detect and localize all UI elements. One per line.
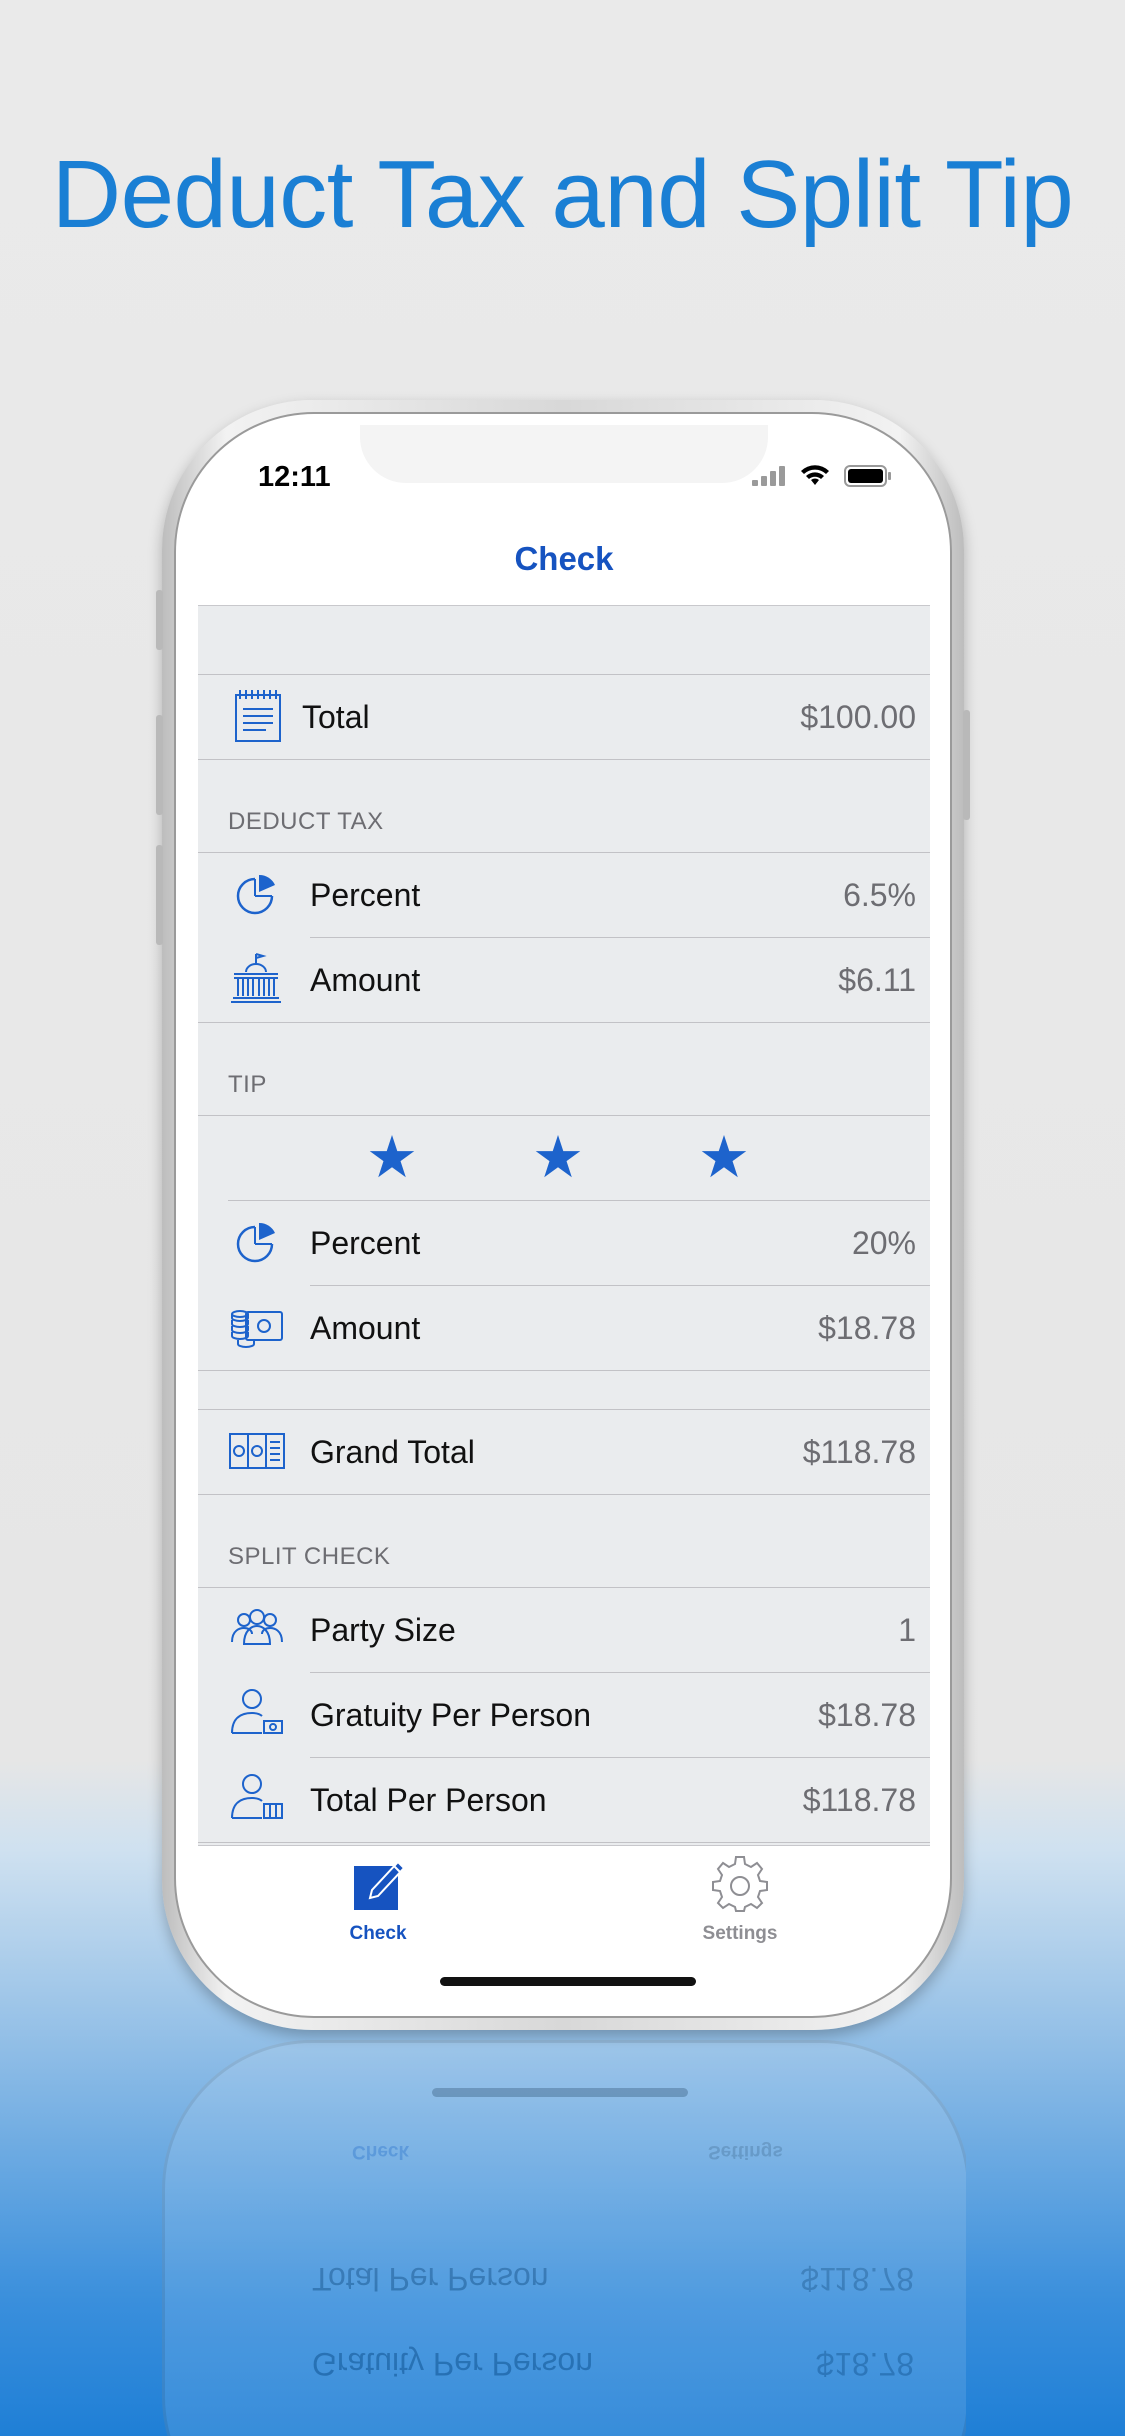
reflection-total-per-person-value: $118.78 (800, 2261, 914, 2297)
divider (198, 1022, 930, 1023)
total-row[interactable]: Total $100.00 (198, 675, 930, 759)
gratuity-per-person-row: Gratuity Per Person $18.78 (198, 1673, 930, 1757)
tax-percent-value[interactable]: 6.5% (843, 877, 916, 914)
reflection-gratuity-per-person-value: $18.78 (816, 2346, 914, 2382)
silent-switch (156, 590, 163, 650)
split-check-header: SPLIT CHECK (228, 1543, 391, 1570)
battery-icon (844, 465, 891, 487)
tax-percent-label: Percent (310, 877, 421, 913)
reflection-check-label: Check (352, 2141, 410, 2162)
gratuity-per-person-value: $18.78 (818, 1697, 916, 1733)
phone-screen: 12:11 Check Total $100.00 DEDUCT TAX Per… (198, 425, 930, 2005)
reflection-gratuity-per-person: Gratuity Per Person (312, 2346, 593, 2382)
power-button (963, 710, 970, 820)
tax-amount-label: Amount (310, 962, 421, 998)
home-indicator (440, 1977, 696, 1986)
party-size-row[interactable]: Party Size 1 (198, 1588, 930, 1672)
divider (198, 1370, 930, 1371)
total-per-person-row: Total Per Person $118.78 (198, 1758, 930, 1842)
reflection-settings-label: Settings (708, 2141, 783, 2162)
person-with-cash-icon (231, 1689, 283, 1734)
tab-check-label: Check (349, 1923, 407, 1944)
tip-percent-label: Percent (310, 1225, 421, 1261)
tip-percent-value[interactable]: 20% (852, 1225, 916, 1262)
group-icon (231, 1609, 283, 1645)
tax-amount-row[interactable]: Amount $6.11 (198, 938, 930, 1022)
status-icons (752, 465, 892, 487)
total-per-person-label: Total Per Person (310, 1782, 547, 1818)
pie-chart-icon (236, 874, 275, 915)
star-icon[interactable]: ★ (532, 1126, 584, 1190)
status-time: 12:11 (258, 461, 331, 493)
coins-and-cash-icon (231, 1310, 283, 1348)
person-with-bills-icon (231, 1774, 283, 1819)
deduct-tax-header: DEDUCT TAX (228, 808, 384, 835)
divider (198, 1494, 930, 1495)
star-icon[interactable]: ★ (698, 1126, 750, 1190)
tip-header: TIP (228, 1071, 267, 1098)
wifi-icon (801, 465, 829, 485)
tip-amount-value[interactable]: $18.78 (818, 1310, 916, 1347)
notch (360, 425, 768, 483)
volume-up-button (156, 715, 163, 815)
total-label: Total (302, 699, 370, 735)
phone-reflection: Check Settings Total Per Person $118.78 … (160, 2040, 966, 2436)
party-size-value[interactable]: 1 (898, 1612, 916, 1649)
tab-check[interactable]: Check (308, 1856, 448, 1945)
total-value[interactable]: $100.00 (800, 699, 916, 736)
tax-amount-value[interactable]: $6.11 (838, 962, 916, 999)
tip-amount-row[interactable]: Amount $18.78 (198, 1286, 930, 1370)
pie-chart-icon (236, 1222, 275, 1263)
grand-total-row[interactable]: Grand Total $118.78 (198, 1410, 930, 1494)
divider (198, 1842, 930, 1843)
gear-icon (712, 1856, 768, 1912)
nav-title: Check (514, 540, 614, 577)
tab-settings[interactable]: Settings (670, 1856, 810, 1945)
grand-total-value[interactable]: $118.78 (803, 1434, 916, 1471)
government-building-icon (231, 953, 281, 1003)
receipt-icon (235, 690, 281, 742)
party-size-label: Party Size (310, 1612, 456, 1648)
headline: Deduct Tax and Split Tip (51, 141, 1074, 248)
pencil-square-icon (354, 1860, 406, 1910)
total-per-person-value: $118.78 (802, 1782, 916, 1818)
cellular-signal-icon (752, 466, 785, 486)
cash-bills-icon (229, 1433, 285, 1469)
tab-settings-label: Settings (702, 1923, 778, 1944)
check-form: Total $100.00 DEDUCT TAX Percent 6.5% Am… (198, 605, 930, 1846)
gratuity-per-person-label: Gratuity Per Person (310, 1697, 591, 1733)
divider (198, 759, 930, 760)
volume-down-button (156, 845, 163, 945)
tip-amount-label: Amount (310, 1310, 421, 1346)
star-icon[interactable]: ★ (366, 1126, 418, 1190)
tax-percent-row[interactable]: Percent 6.5% (198, 853, 930, 937)
reflection-total-per-person: Total Per Person (312, 2261, 549, 2297)
tip-rating[interactable]: ★ ★ ★ (198, 1116, 930, 1200)
grand-total-label: Grand Total (310, 1434, 475, 1470)
tip-percent-row[interactable]: Percent 20% (198, 1201, 930, 1285)
